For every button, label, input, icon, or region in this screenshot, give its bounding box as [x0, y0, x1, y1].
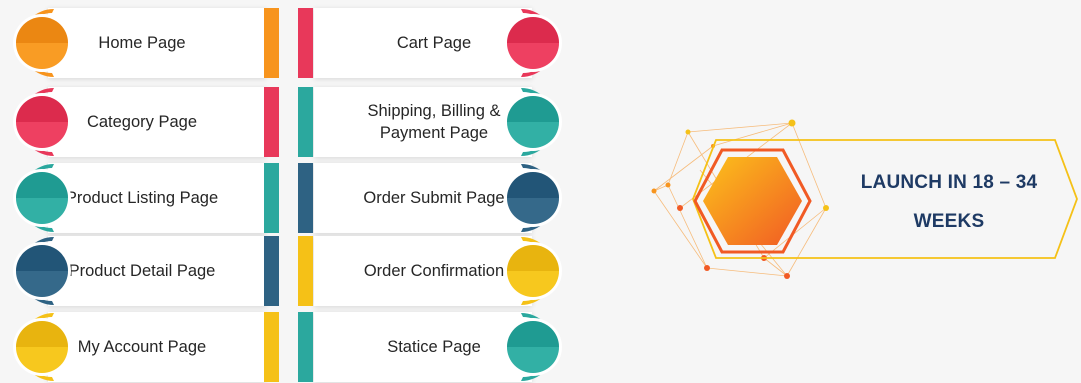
hexagon-fill	[703, 157, 802, 245]
page-marker-circle-icon	[497, 235, 569, 307]
page-card-label: Order Confirmation	[363, 262, 505, 280]
hexagon-outline	[693, 148, 812, 254]
page-card-label: Product Detail Page	[68, 262, 216, 280]
color-strip	[298, 87, 313, 157]
page-marker-circle-icon	[497, 311, 569, 383]
color-strip	[298, 163, 313, 233]
page-card-product-detail[interactable]: Product Detail Page	[48, 236, 266, 306]
color-strip	[264, 87, 279, 157]
page-card-label: Home Page	[98, 34, 186, 52]
color-strip	[264, 236, 279, 306]
page-card-product-listing[interactable]: Product Listing Page	[48, 163, 266, 233]
page-marker-circle-icon	[497, 162, 569, 234]
page-card-label: Cart Page	[396, 34, 472, 52]
page-marker-circle-icon	[6, 311, 78, 383]
page-card-label: Category Page	[86, 113, 198, 131]
network-lines	[653, 122, 827, 277]
launch-timeline-label: LAUNCH IN 18 – 34 WEEKS	[816, 163, 1081, 241]
page-marker-circle-icon	[497, 86, 569, 158]
color-strip	[298, 236, 313, 306]
page-card-label: Order Submit Page	[363, 189, 505, 207]
page-card-category[interactable]: Category Page	[48, 87, 266, 157]
color-strip	[264, 8, 279, 78]
color-strip	[298, 8, 313, 78]
launch-line-2: WEEKS	[913, 211, 985, 232]
page-card-label: Product Listing Page	[65, 189, 219, 207]
network-nodes	[651, 119, 829, 279]
color-strip	[264, 312, 279, 382]
page-card-label: My Account Page	[77, 338, 207, 356]
page-marker-circle-icon	[6, 162, 78, 234]
color-strip	[264, 163, 279, 233]
page-marker-circle-icon	[497, 7, 569, 79]
page-card-my-account[interactable]: My Account Page	[48, 312, 266, 382]
color-strip	[298, 312, 313, 382]
page-marker-circle-icon	[6, 235, 78, 307]
page-marker-circle-icon	[6, 86, 78, 158]
page-card-label: Statice Page	[387, 338, 481, 356]
page-marker-circle-icon	[6, 7, 78, 79]
page-card-home[interactable]: Home Page	[48, 8, 266, 78]
launch-line-1: LAUNCH IN 18 – 34	[860, 172, 1038, 193]
